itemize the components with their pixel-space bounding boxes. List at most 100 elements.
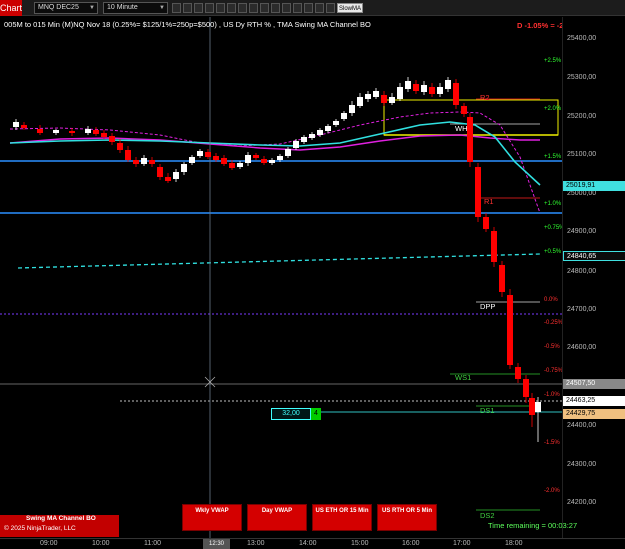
chart-trader-button[interactable] xyxy=(238,3,247,13)
order-button[interactable] xyxy=(315,3,324,13)
candle-body xyxy=(445,80,451,89)
snapshot-button[interactable] xyxy=(260,3,269,13)
price-axis[interactable]: 25400,00 25300,00 25200,00 25100,00 2500… xyxy=(562,17,625,538)
price-label-gray: 24507,50 xyxy=(563,379,625,389)
instrument-label: MNQ DEC25 xyxy=(38,4,79,11)
properties-button[interactable] xyxy=(227,3,236,13)
time-axis[interactable]: 09:00 10:00 11:00 13:00 14:00 15:00 16:0… xyxy=(0,538,625,549)
chart-canvas[interactable] xyxy=(0,17,562,538)
price-tick: 25300,00 xyxy=(567,74,597,81)
time-tick: 13:00 xyxy=(247,540,265,547)
candle-body xyxy=(173,172,179,179)
wh-label: WH xyxy=(455,124,468,133)
candle-body xyxy=(101,133,107,137)
pct-label: +1.0% xyxy=(544,201,562,207)
candle-body xyxy=(189,157,195,163)
share-button[interactable] xyxy=(271,3,280,13)
order-quantity[interactable]: 32,00 xyxy=(271,408,311,420)
candle-body xyxy=(529,398,535,415)
price-tick: 24700,00 xyxy=(567,306,597,313)
price-tick: 25000,00 xyxy=(567,190,597,197)
slowma-indicator-button[interactable]: SlowMA xyxy=(337,3,363,13)
chevron-down-icon: ▼ xyxy=(159,5,165,11)
candle-body xyxy=(535,402,541,412)
candle-body xyxy=(21,125,27,128)
price-label-white: 24463,25 xyxy=(563,396,625,406)
candle-body xyxy=(349,105,355,113)
price-chart[interactable] xyxy=(0,17,562,538)
price-tick: 25200,00 xyxy=(567,113,597,120)
candle-body xyxy=(381,95,387,103)
candle-body xyxy=(181,164,187,172)
wkly-vwap-button[interactable]: Wkly VWAP xyxy=(182,504,242,531)
us-rth-or-button[interactable]: US RTH OR 5 Min xyxy=(377,504,437,531)
strategies-button[interactable] xyxy=(216,3,225,13)
candle-body xyxy=(53,130,59,133)
candle-body xyxy=(453,83,459,105)
pct-label: +1.5% xyxy=(544,154,562,160)
price-label-swing-ma: 25019,91 xyxy=(563,181,625,191)
candle-body xyxy=(333,121,339,125)
copyright-label: © 2025 NinjaTrader, LLC xyxy=(4,525,76,532)
templates-button[interactable] xyxy=(282,3,291,13)
bar-time-remaining: Time remaining = 00:03:27 xyxy=(488,521,578,530)
candle-body xyxy=(221,158,227,164)
candle-body xyxy=(69,131,75,133)
order-count-badge[interactable]: 4 xyxy=(311,408,321,420)
candle-body xyxy=(125,150,131,160)
chart-title: 005M to 015 Min (M)NQ Nov 18 (0.25%= $12… xyxy=(4,20,371,29)
draw-tool-button[interactable] xyxy=(183,3,192,13)
candle-body xyxy=(429,87,435,94)
us-eth-or-button[interactable]: US ETH OR 15 Min xyxy=(312,504,372,531)
price-tick: 24400,00 xyxy=(567,422,597,429)
time-tick: 17:00 xyxy=(453,540,471,547)
candle-body xyxy=(523,379,529,397)
ds2-label: DS2 xyxy=(480,511,495,520)
candle-body xyxy=(117,143,123,150)
candle-body xyxy=(389,97,395,103)
tab-chart[interactable]: Chart xyxy=(0,0,22,16)
link-button[interactable] xyxy=(293,3,302,13)
alerts-button[interactable] xyxy=(304,3,313,13)
pct-label: -1.0% xyxy=(544,392,560,398)
day-vwap-button[interactable]: Day VWAP xyxy=(247,504,307,531)
candle-body xyxy=(293,141,299,148)
candle-body xyxy=(149,160,155,164)
interval-label: 10 Minute xyxy=(107,4,138,11)
price-tick: 25100,00 xyxy=(567,151,597,158)
instrument-selector[interactable]: MNQ DEC25 ▼ xyxy=(34,2,98,14)
candle-body xyxy=(461,106,467,114)
time-tick: 18:00 xyxy=(505,540,523,547)
candle-body xyxy=(133,160,139,164)
candle-body xyxy=(405,81,411,89)
pct-label: -1.5% xyxy=(544,440,560,446)
zoom-button[interactable] xyxy=(194,3,203,13)
chevron-down-icon: ▼ xyxy=(89,5,95,11)
r1-label: R1 xyxy=(484,197,494,206)
vwap-dashed-line xyxy=(17,253,541,269)
candle-body xyxy=(213,156,219,160)
price-tick: 24800,00 xyxy=(567,268,597,275)
candle-body xyxy=(109,136,115,142)
more-button[interactable] xyxy=(326,3,335,13)
time-tick: 09:00 xyxy=(40,540,58,547)
interval-selector[interactable]: 10 Minute ▼ xyxy=(103,2,168,14)
candle-body xyxy=(341,113,347,119)
pct-label: +0.5% xyxy=(544,249,562,255)
candle-body xyxy=(421,85,427,92)
candle-body xyxy=(325,126,331,131)
pct-label: +2.5% xyxy=(544,58,562,64)
data-box-button[interactable] xyxy=(249,3,258,13)
indicators-button[interactable] xyxy=(205,3,214,13)
candle-body xyxy=(13,122,19,127)
candle-body xyxy=(397,87,403,99)
candle-body xyxy=(475,167,481,217)
bar-style-button[interactable] xyxy=(172,3,181,13)
candle-body xyxy=(301,137,307,142)
candle-body xyxy=(499,265,505,292)
candle-body xyxy=(237,163,243,167)
candle-body xyxy=(141,158,147,164)
strategy-panel[interactable]: Swing MA Channel BO © 2025 NinjaTrader, … xyxy=(0,515,119,537)
candle-body xyxy=(357,97,363,106)
candle-body xyxy=(157,167,163,177)
